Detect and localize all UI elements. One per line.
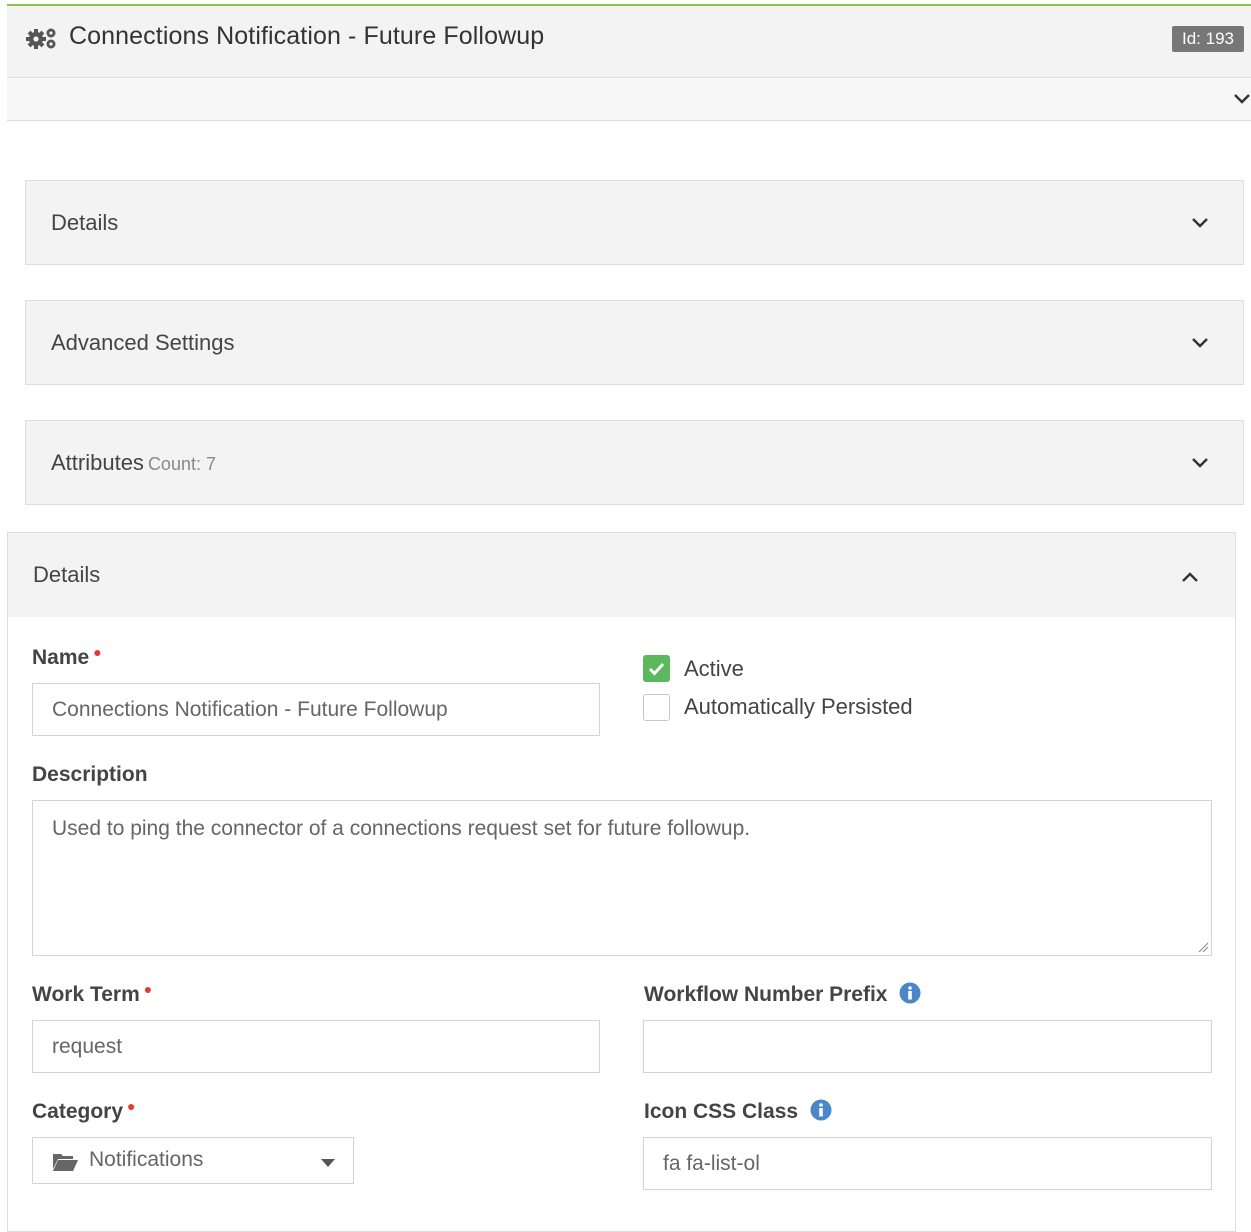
panel-title: Attributes Count: 7 [51, 450, 216, 475]
chevron-down-icon[interactable] [1191, 337, 1209, 349]
check-icon [648, 662, 665, 676]
chevron-up-icon[interactable] [1181, 571, 1199, 583]
page-title: Connections Notification - Future Follow… [69, 22, 545, 50]
chevron-down-icon[interactable] [1233, 92, 1251, 106]
details-panel-header[interactable]: Details [8, 533, 1235, 617]
active-label: Active [684, 656, 744, 681]
resize-grip-icon[interactable] [1197, 941, 1209, 953]
id-badge: Id: 193 [1172, 26, 1244, 52]
panel-details-collapsed[interactable]: Details [25, 180, 1244, 265]
automatically-persisted-label: Automatically Persisted [684, 694, 913, 719]
category-label: Category ● [32, 1098, 136, 1123]
panel-advanced-settings[interactable]: Advanced Settings [25, 300, 1244, 385]
panel-title: Advanced Settings [51, 330, 235, 355]
caret-down-icon[interactable] [321, 1159, 335, 1167]
description-textarea[interactable]: Used to ping the connector of a connecti… [32, 800, 1212, 956]
folder-open-icon [53, 1154, 78, 1171]
attributes-count: Count: 7 [147, 454, 216, 474]
name-input[interactable]: Connections Notification - Future Follow… [32, 683, 600, 736]
icon-css-class-input[interactable]: fa fa-list-ol [643, 1137, 1212, 1190]
gears-icon [26, 28, 56, 49]
panel-header: Connections Notification - Future Follow… [7, 6, 1251, 78]
required-indicator: ● [143, 981, 153, 997]
workflow-number-prefix-input[interactable] [643, 1020, 1212, 1073]
description-label: Description [32, 763, 148, 786]
required-indicator: ● [127, 1098, 136, 1114]
category-value: Notifications [89, 1148, 204, 1171]
icon-css-class-label: Icon CSS Class [644, 1099, 832, 1124]
panel-title: Details [51, 210, 119, 235]
panel-attributes[interactable]: Attributes Count: 7 [25, 420, 1244, 505]
info-icon[interactable] [899, 982, 921, 1004]
work-term-input[interactable]: request [32, 1020, 600, 1073]
required-indicator: ● [93, 644, 102, 660]
drawer-toggle-bar[interactable] [7, 79, 1251, 121]
info-icon[interactable] [810, 1099, 832, 1121]
description-text: Used to ping the connector of a connecti… [52, 817, 751, 840]
chevron-down-icon[interactable] [1191, 217, 1209, 229]
active-checkbox[interactable] [643, 655, 670, 682]
category-picker[interactable]: Notifications [32, 1137, 354, 1184]
name-label: Name ● [32, 644, 102, 669]
workflow-number-prefix-label: Workflow Number Prefix [644, 982, 921, 1007]
chevron-down-icon[interactable] [1191, 457, 1209, 469]
details-panel-title: Details [33, 562, 101, 587]
work-term-label: Work Term ● [32, 981, 153, 1006]
automatically-persisted-checkbox[interactable] [643, 694, 670, 721]
